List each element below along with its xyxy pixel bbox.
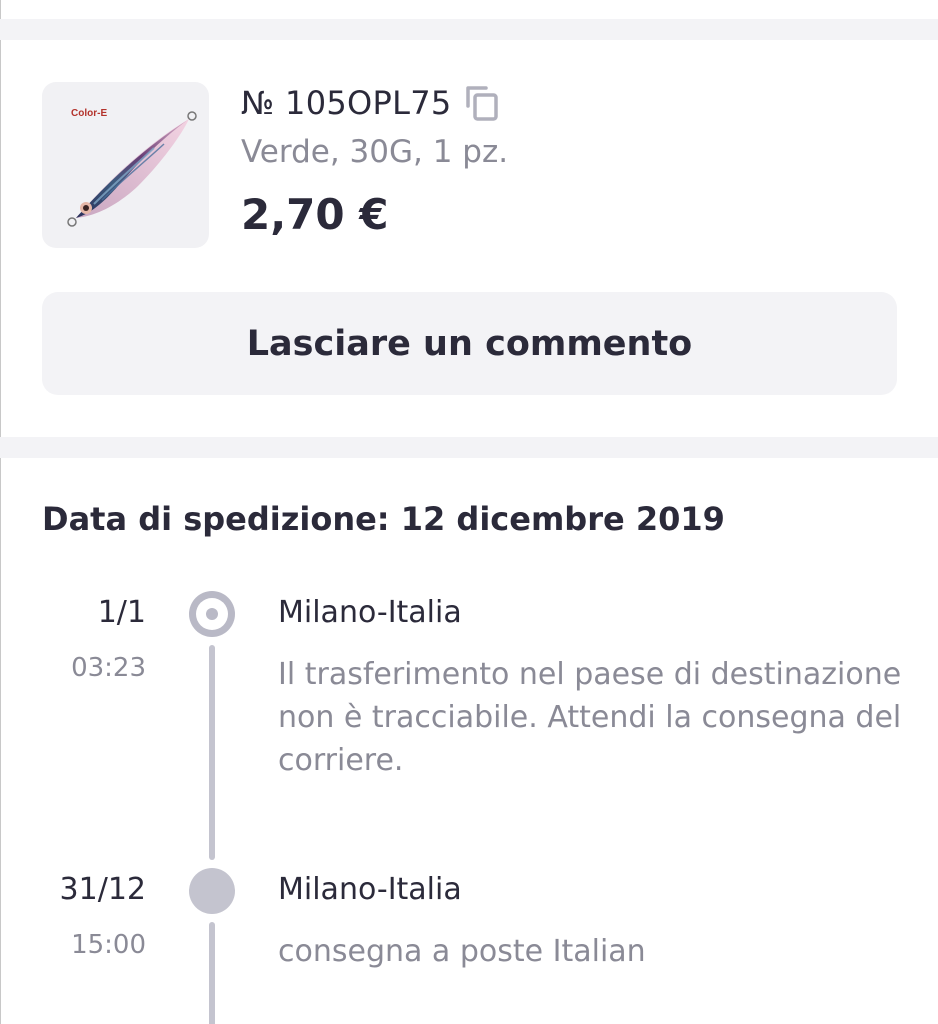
timeline-date: 1/1 xyxy=(97,595,146,630)
product-info: № 105OPL75 Verde, 30G, 1 pz. 2,70 € xyxy=(241,82,508,239)
timeline-location: Milano-Italia xyxy=(278,872,462,907)
timeline-connector xyxy=(209,645,215,860)
timeline-current-dot-icon xyxy=(189,591,235,637)
fishing-lure-image xyxy=(67,111,197,227)
order-number: № 105OPL75 xyxy=(241,84,452,122)
left-edge-rule xyxy=(0,0,1,1024)
timeline-location: Milano-Italia xyxy=(278,595,462,630)
timeline-time: 03:23 xyxy=(71,653,146,683)
order-number-row: № 105OPL75 xyxy=(241,82,508,124)
timeline-date: 31/12 xyxy=(59,872,146,907)
section-divider-top xyxy=(0,19,938,40)
order-detail-screen: Color-E № 105OPL75 Verde, 30G, 1 pz. 2,7… xyxy=(0,0,938,1024)
product-price: 2,70 € xyxy=(241,190,389,239)
copy-icon[interactable] xyxy=(462,82,502,124)
timeline-dot-icon xyxy=(189,868,235,914)
product-variant: Verde, 30G, 1 pz. xyxy=(241,134,509,170)
timeline-connector xyxy=(209,922,215,1024)
leave-comment-button[interactable]: Lasciare un commento xyxy=(42,292,897,395)
product-image[interactable]: Color-E xyxy=(42,82,209,248)
timeline-description: consegna a poste Italian xyxy=(278,934,646,969)
timeline-description: Il trasferimento nel paese di destinazio… xyxy=(278,657,902,778)
section-divider-middle xyxy=(0,437,938,458)
shipping-date: Data di spedizione: 12 dicembre 2019 xyxy=(42,500,725,538)
timeline-time: 15:00 xyxy=(71,930,146,960)
